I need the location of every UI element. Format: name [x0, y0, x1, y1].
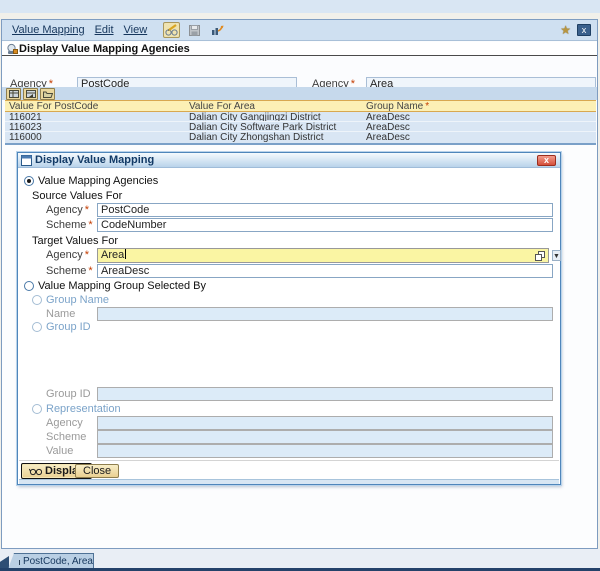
table-header-row: Value For PostCode Value For Area Group …: [5, 100, 596, 112]
table-icon: [9, 90, 19, 98]
radio-value-mapping-agencies[interactable]: [24, 176, 34, 186]
value-help-icon[interactable]: [535, 251, 546, 262]
cell-group: AreaDesc: [362, 112, 596, 121]
menu-value-mapping[interactable]: Value Mapping: [12, 24, 85, 36]
window-close-button[interactable]: x: [577, 24, 591, 36]
source-scheme-field[interactable]: CodeNumber: [97, 218, 553, 232]
dropdown-arrow-button[interactable]: ▼: [552, 250, 561, 261]
rep-scheme-field: [97, 430, 553, 444]
open-folder-icon: [43, 90, 53, 98]
save-icon: [189, 25, 200, 36]
button-separator: [19, 460, 559, 461]
value-mapping-table: Value For PostCode Value For Area Group …: [5, 100, 596, 145]
display-value-mapping-dialog: Display Value Mapping x Value Mapping Ag…: [17, 152, 561, 485]
rep-agency-field: [97, 416, 553, 430]
panel-title: Display Value Mapping Agencies: [19, 43, 190, 55]
radio-group-id-label: Group ID: [46, 321, 91, 333]
target-scheme-field[interactable]: AreaDesc: [97, 264, 553, 278]
favorites-star-icon[interactable]: ★: [560, 23, 571, 37]
name-label: Name: [46, 308, 75, 321]
dialog-window-icon: [21, 155, 32, 166]
rep-scheme-label: Scheme: [46, 431, 86, 444]
glasses-icon: [29, 467, 42, 476]
column-header-area[interactable]: Value For Area: [185, 101, 362, 111]
target-values-group-label: Target Values For: [32, 235, 118, 247]
target-agency-label: Agency*: [46, 249, 89, 262]
text-cursor: [125, 249, 126, 259]
menu-view[interactable]: View: [124, 24, 148, 36]
group-id-label: Group ID: [46, 388, 91, 401]
agencies-panel-header: Display Value Mapping Agencies: [2, 42, 597, 56]
close-button[interactable]: Close: [75, 464, 119, 478]
radio-group-name: [32, 295, 42, 305]
radio-group-name-label: Group Name: [46, 294, 109, 306]
cell-group: AreaDesc: [362, 132, 596, 143]
value-mapping-icon: [18, 556, 20, 566]
source-scheme-label: Scheme*: [46, 219, 93, 232]
display-change-button[interactable]: [163, 22, 180, 38]
radio-representation: [32, 404, 42, 414]
radio-group-label: Value Mapping Group Selected By: [38, 280, 206, 292]
table-toolbar-button-2[interactable]: [23, 88, 38, 100]
table-toolbar-button-3[interactable]: [40, 88, 55, 100]
value-mapping-icon: [211, 25, 224, 36]
menu-edit[interactable]: Edit: [95, 24, 114, 36]
column-header-postcode[interactable]: Value For PostCode: [5, 101, 185, 111]
table-row[interactable]: 116000 Dalian City Zhongshan District Ar…: [5, 132, 596, 143]
radio-value-mapping-group[interactable]: [24, 281, 34, 291]
table-toolbar-button-1[interactable]: [6, 88, 21, 100]
taskbar-tab-label: PostCode, Area: [23, 556, 93, 567]
menu-bar: Value Mapping Edit View: [2, 20, 597, 41]
radio-representation-label: Representation: [46, 403, 121, 415]
value-mapping-toolbar-button[interactable]: [209, 22, 226, 38]
column-header-group-name[interactable]: Group Name*: [362, 101, 596, 111]
rep-value-label: Value: [46, 445, 73, 458]
dialog-close-button[interactable]: x: [537, 155, 556, 166]
radio-agencies-label: Value Mapping Agencies: [38, 175, 158, 187]
save-button[interactable]: [186, 22, 203, 38]
source-agency-field[interactable]: PostCode: [97, 203, 553, 217]
cell-area: Dalian City Zhongshan District: [185, 132, 362, 143]
cell-postcode: 116021: [5, 112, 185, 121]
dialog-title-bar[interactable]: Display Value Mapping x: [18, 153, 560, 168]
source-agency-label: Agency*: [46, 204, 89, 217]
cell-area: Dalian City Software Park District: [185, 122, 362, 131]
top-band: [0, 0, 600, 13]
rep-agency-label: Agency: [46, 417, 83, 430]
pencil-glasses-icon: [165, 24, 178, 36]
target-agency-field[interactable]: Area: [97, 248, 549, 263]
cell-group: AreaDesc: [362, 122, 596, 131]
table-arrow-icon: [26, 90, 36, 98]
table-row[interactable]: 116023 Dalian City Software Park Distric…: [5, 122, 596, 132]
radio-group-id: [32, 322, 42, 332]
target-scheme-label: Scheme*: [46, 265, 93, 278]
taskbar-tab[interactable]: PostCode, Area: [8, 553, 94, 569]
dialog-title: Display Value Mapping: [35, 154, 154, 166]
table-toolbar: [2, 87, 597, 100]
cell-area: Dalian City Gangjingzi District: [185, 112, 362, 121]
table-row[interactable]: 116021 Dalian City Gangjingzi District A…: [5, 112, 596, 122]
cell-postcode: 116023: [5, 122, 185, 131]
rep-value-field: [97, 444, 553, 458]
name-field: [97, 307, 553, 321]
group-id-field: [97, 387, 553, 401]
agencies-icon: [6, 43, 18, 55]
source-values-group-label: Source Values For: [32, 190, 122, 202]
cell-postcode: 116000: [5, 132, 185, 143]
dialog-bottom-strip: [19, 479, 559, 484]
